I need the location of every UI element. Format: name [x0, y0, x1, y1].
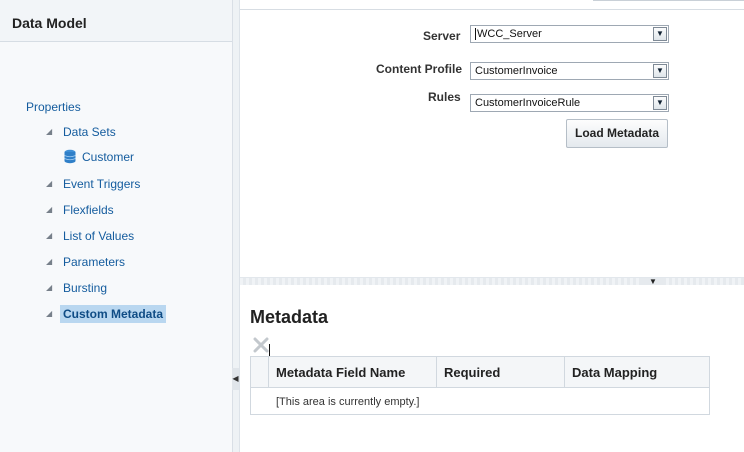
- text-caret: [475, 28, 476, 41]
- empty-message: [This area is currently empty.]: [276, 396, 420, 408]
- tree-item-label: Data Sets: [63, 125, 116, 139]
- tree-item-label: List of Values: [63, 229, 135, 243]
- collapse-left-icon[interactable]: ◀: [232, 368, 239, 390]
- tree-item-label: Properties: [26, 100, 81, 114]
- column-header[interactable]: Required: [436, 357, 565, 387]
- tree-item-label: Parameters: [63, 255, 126, 269]
- tree-item-label: Customer: [82, 150, 135, 164]
- triangle-down-icon[interactable]: ◢: [46, 253, 52, 271]
- content-profile-select[interactable]: CustomerInvoice ▼: [470, 62, 669, 80]
- column-header[interactable]: Data Mapping: [564, 357, 709, 387]
- tree-item-label: Custom Metadata: [60, 305, 167, 323]
- metadata-table: Metadata Field Name Required Data Mappin…: [250, 356, 710, 415]
- tree-item-label: Flexfields: [63, 203, 114, 217]
- server-value: WCC_Server: [477, 28, 542, 40]
- database-icon: [64, 149, 76, 164]
- column-header[interactable]: Metadata Field Name: [268, 357, 438, 387]
- data-model-panel: Data Model Properties ◢ Data Sets Custom…: [0, 0, 233, 452]
- triangle-down-icon[interactable]: ◢: [46, 201, 52, 219]
- triangle-down-icon[interactable]: ◢: [46, 227, 52, 245]
- content-profile-value: CustomerInvoice: [475, 65, 558, 77]
- server-select[interactable]: WCC_Server ▼: [470, 25, 669, 43]
- rules-select[interactable]: CustomerInvoiceRule ▼: [470, 94, 669, 112]
- horizontal-splitter[interactable]: [240, 277, 744, 285]
- table-header: Metadata Field Name Required Data Mappin…: [251, 357, 709, 388]
- chevron-down-icon[interactable]: ▼: [653, 96, 667, 110]
- triangle-down-icon[interactable]: ◢: [46, 123, 52, 141]
- content-profile-label: Content Profile: [376, 62, 462, 76]
- text-caret: [269, 344, 270, 356]
- server-label: Server: [423, 29, 461, 43]
- delete-x-icon[interactable]: [252, 336, 270, 354]
- divider: [240, 9, 744, 10]
- divider: [593, 0, 744, 1]
- load-metadata-button[interactable]: Load Metadata: [566, 119, 668, 148]
- triangle-down-icon[interactable]: ◢: [46, 305, 52, 323]
- chevron-down-icon[interactable]: ▼: [653, 27, 667, 41]
- section-title: Metadata: [250, 307, 329, 327]
- rules-value: CustomerInvoiceRule: [475, 97, 581, 109]
- row-header-cell: [251, 357, 269, 387]
- chevron-down-icon[interactable]: ▼: [653, 64, 667, 78]
- panel-title: Data Model: [0, 0, 232, 42]
- triangle-down-icon[interactable]: ◢: [46, 279, 52, 297]
- tree-item-label: Event Triggers: [63, 177, 141, 191]
- triangle-down-icon[interactable]: ◢: [46, 175, 52, 193]
- tree-item-label: Bursting: [63, 281, 108, 295]
- rules-label: Rules: [428, 90, 461, 104]
- collapse-down-icon[interactable]: ▼: [642, 278, 664, 286]
